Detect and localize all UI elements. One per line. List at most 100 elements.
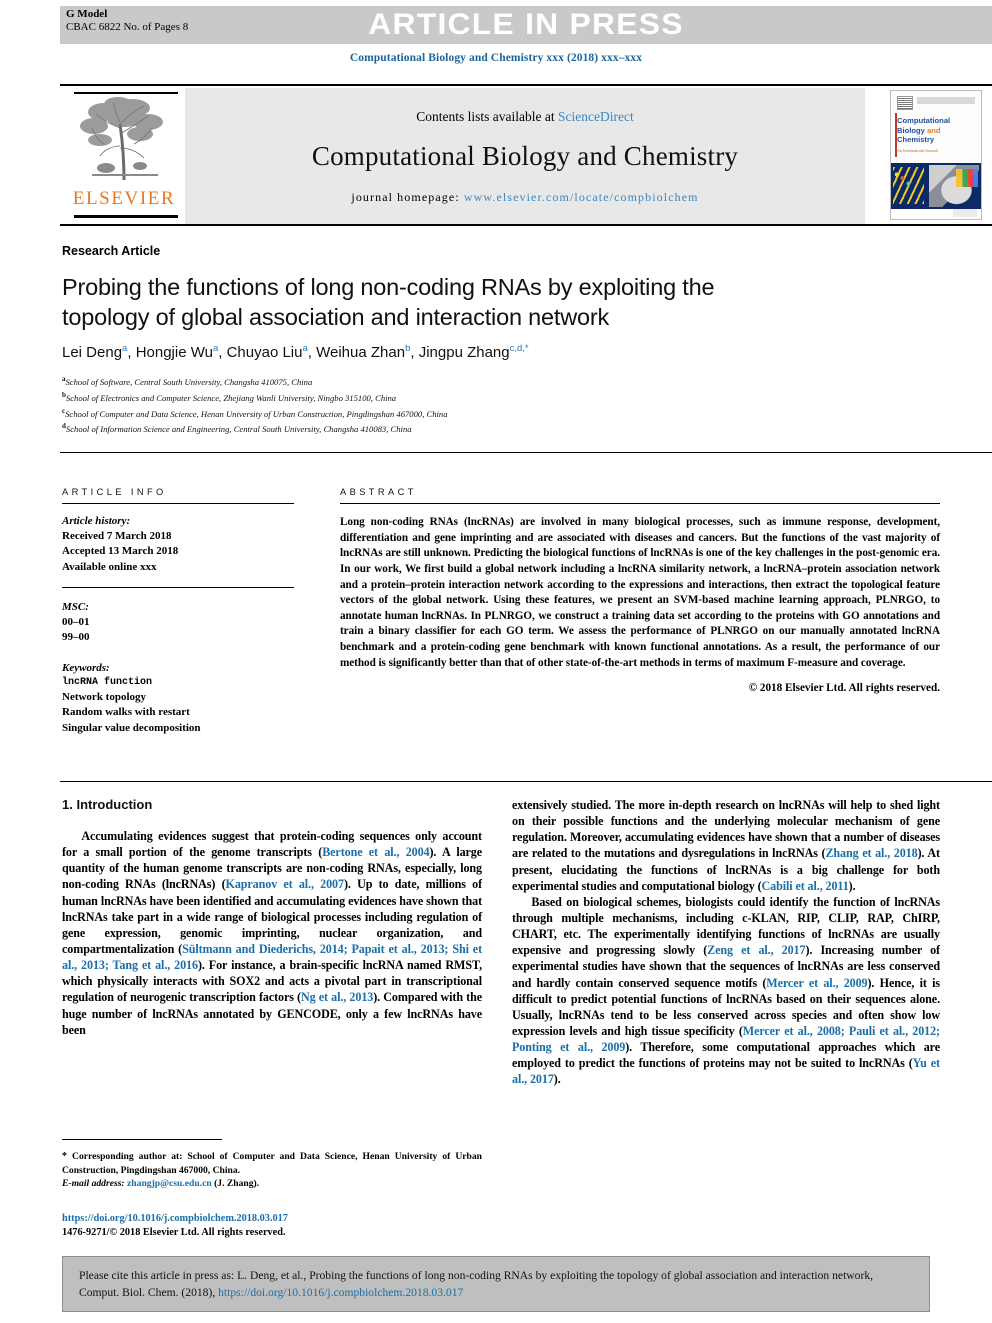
msc-divider [62, 586, 294, 590]
history-received: Received 7 March 2018 [62, 530, 172, 543]
citation-bertone-2004[interactable]: Bertone et al., 2004 [322, 845, 429, 859]
affiliation-item: bSchool of Electronics and Computer Scie… [62, 390, 822, 406]
footnote-divider [62, 1139, 222, 1140]
email-link[interactable]: zhangjp@csu.edu.cn [127, 1178, 212, 1189]
author-item[interactable]: Chuyao Liua [226, 343, 308, 361]
author-list: Lei Denga, Hongjie Wua, Chuyao Liua, Wei… [62, 343, 822, 361]
cite-text: Please cite this article in press as: L.… [63, 1267, 929, 1302]
cover-title-and: and [926, 125, 941, 135]
issn-copyright-line: 1476-9271/© 2018 Elsevier Ltd. All right… [62, 1227, 286, 1239]
cover-title-line3: Chemistry [897, 135, 935, 145]
intro-paragraph-3: Based on biological schemes, biologists … [512, 894, 940, 1088]
citation-kapranov-2007[interactable]: Kapranov et al., 2007 [226, 877, 345, 891]
corresponding-author-note: * Corresponding author at: School of Com… [62, 1150, 482, 1190]
cover-red-rule [895, 113, 897, 157]
running-head: Computational Biology and Chemistry xxx … [349, 52, 643, 64]
masthead-inner: Contents lists available at ScienceDirec… [185, 88, 865, 224]
author-name: Chuyao Liu [226, 344, 303, 361]
affiliation-list: aSchool of Software, Central South Unive… [62, 374, 822, 437]
author-item[interactable]: Hongjie Wua [135, 343, 219, 361]
contents-available-line: Contents lists available at ScienceDirec… [416, 109, 633, 125]
history-accepted: Accepted 13 March 2018 [62, 545, 179, 558]
affiliation-text: School of Software, Central South Univer… [65, 376, 313, 387]
msc-item: 00–01 [62, 615, 90, 628]
citation-ng-2013[interactable]: Ng et al., 2013 [301, 990, 373, 1004]
dna-helix-icon [893, 166, 924, 204]
author-name: Weihua Zhan [316, 344, 406, 361]
cover-title-line2-wrap: Biology and [897, 126, 975, 136]
intro-paragraph-1: Accumulating evidences suggest that prot… [62, 828, 482, 1038]
g-model-info: G Model CBAC 6822 No. of Pages 8 [66, 8, 326, 35]
cover-barcode-icon [897, 96, 913, 110]
affiliation-text: School of Computer and Data Science, Hen… [65, 408, 448, 419]
g-model-code: CBAC 6822 No. of Pages 8 [66, 21, 189, 34]
divider-under-abstract [60, 781, 992, 783]
cover-grey-bar [917, 97, 975, 104]
sciencedirect-link[interactable]: ScienceDirect [558, 109, 634, 124]
article-info-column: ARTICLE INFO Article history: Received 7… [62, 487, 294, 736]
cite-this-article-box: Please cite this article in press as: L.… [62, 1256, 930, 1312]
cover-color-chips [956, 168, 978, 187]
homepage-prefix: journal homepage: [351, 190, 464, 204]
cover-footer [891, 208, 981, 219]
affiliation-item: dSchool of Information Science and Engin… [62, 421, 822, 437]
citation-zeng-2017[interactable]: Zeng et al., 2017 [707, 943, 805, 957]
article-info-label: ARTICLE INFO [62, 487, 167, 497]
body-column-right: extensively studied. The more in-depth r… [512, 797, 940, 1088]
cover-title: Computational Biology and Chemistry [897, 116, 975, 145]
cover-title-line2: Biology [897, 125, 925, 135]
logo-rule-bottom [74, 215, 178, 218]
journal-homepage-link[interactable]: www.elsevier.com/locate/compbiolchem [464, 190, 699, 204]
cover-title-line1: Computational [897, 116, 951, 125]
article-history-block: Article history: Received 7 March 2018 A… [62, 514, 294, 575]
citation-zhang-2018[interactable]: Zhang et al., 2018 [825, 846, 917, 860]
keywords-block: Keywords: lncRNA function Network topolo… [62, 661, 294, 735]
corresponding-author-text: Corresponding author at: School of Compu… [62, 1151, 482, 1176]
abstract-rule [340, 503, 940, 504]
affiliation-item: cSchool of Computer and Data Science, He… [62, 406, 822, 422]
doi-block: https://doi.org/10.1016/j.compbiolchem.2… [62, 1212, 482, 1241]
article-page: ARTICLE IN PRESS G Model CBAC 6822 No. o… [0, 0, 992, 1323]
divider-under-header [60, 452, 992, 454]
section-heading-introduction: 1. Introduction [62, 797, 153, 812]
citation-mercer-2009[interactable]: Mercer et al., 2009 [766, 976, 867, 990]
keyword-item: Singular value decomposition [62, 721, 201, 734]
author-name: Hongjie Wu [135, 344, 213, 361]
author-item[interactable]: Jingpu Zhangc,d,* [419, 343, 529, 361]
article-history-header: Article history: [62, 515, 131, 527]
elsevier-wordmark: ELSEVIER [72, 188, 176, 209]
abstract-label: ABSTRACT [340, 487, 417, 497]
g-model-label: G Model [66, 8, 108, 20]
page-title: Probing the functions of long non-coding… [62, 272, 762, 333]
email-owner: (J. Zhang). [214, 1178, 260, 1190]
history-online: Available online xxx [62, 560, 157, 573]
body-column-left: 1. Introduction Accumulating evidences s… [62, 797, 482, 1038]
msc-block: MSC: 00–01 99–00 [62, 600, 294, 646]
author-sep-0: , [127, 344, 136, 361]
author-sep-2: , [307, 344, 317, 361]
msc-header: MSC: [62, 600, 89, 613]
email-label: E-mail address: [62, 1178, 125, 1190]
author-affil-mark: c,d,* [509, 343, 529, 354]
title-line-1: Probing the functions of long non-coding… [62, 274, 676, 300]
author-item[interactable]: Lei Denga [62, 343, 127, 361]
cite-doi-link[interactable]: https://doi.org/10.1016/j.compbiolchem.2… [218, 1286, 463, 1299]
contents-prefix: Contents lists available at [416, 109, 558, 124]
intro-p2-b: ). [848, 878, 856, 893]
intro-p3-d: ). [553, 1072, 561, 1087]
cover-artwork [891, 162, 981, 209]
article-type: Research Article [62, 244, 161, 258]
author-item[interactable]: Weihua Zhanb [316, 343, 410, 361]
journal-cover-thumbnail: Computational Biology and Chemistry An I… [890, 90, 982, 220]
affiliation-text: School of Information Science and Engine… [65, 424, 412, 435]
keywords-header: Keywords: [62, 662, 110, 675]
journal-masthead: ELSEVIER Contents lists available at Sci… [60, 84, 992, 226]
author-sep-1: , [218, 344, 227, 361]
affiliation-item: aSchool of Software, Central South Unive… [62, 374, 822, 390]
citation-cabili-2011[interactable]: Cabili et al., 2011 [762, 879, 849, 893]
elsevier-logo: ELSEVIER [68, 92, 180, 218]
msc-item: 99–00 [62, 631, 90, 644]
keyword-item: Random walks with restart [62, 706, 190, 719]
doi-link[interactable]: https://doi.org/10.1016/j.compbiolchem.2… [62, 1212, 482, 1226]
author-sep-3: , [410, 344, 419, 361]
